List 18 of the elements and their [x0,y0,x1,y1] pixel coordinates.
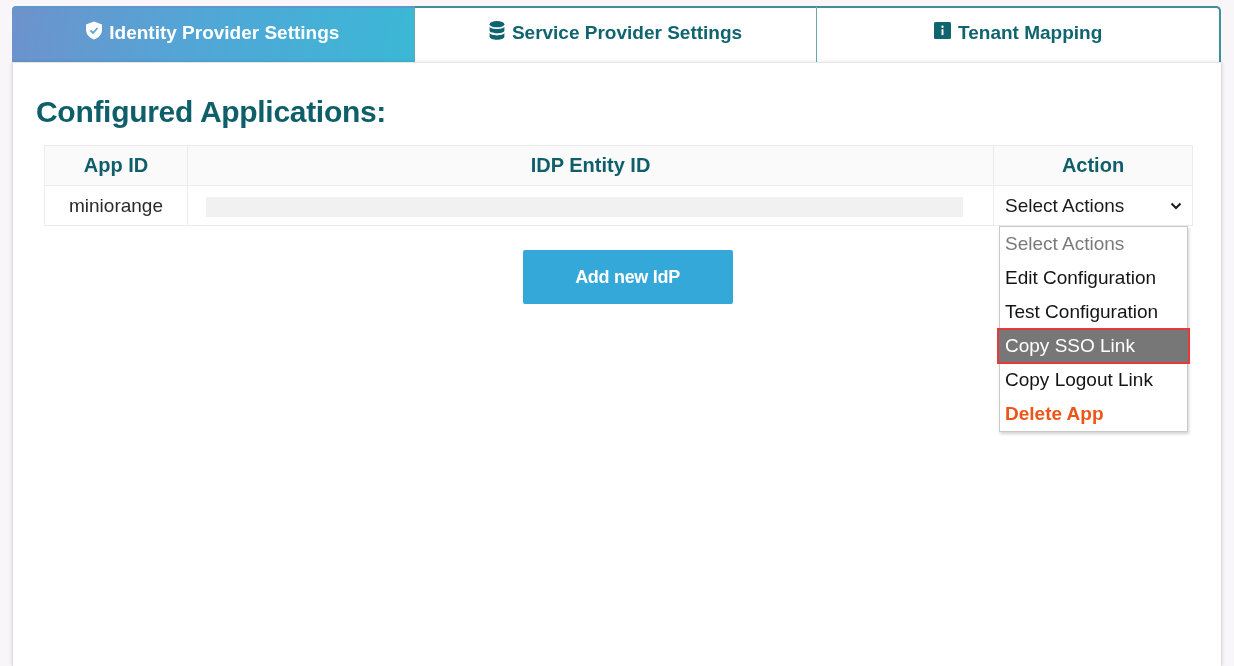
menu-option[interactable]: Copy SSO Link [998,329,1189,363]
column-header: App ID [44,145,188,186]
column-header: IDP Entity ID [187,145,994,186]
table-cell: miniorange [44,185,188,226]
info-icon [934,21,952,39]
database-icon [488,20,505,40]
tab[interactable]: Service Provider Settings [413,6,817,62]
column-header: Action [993,145,1193,186]
menu-option[interactable]: Test Configuration [1000,295,1187,329]
caret-icon [1170,201,1182,210]
menu-option[interactable]: Select Actions [1000,227,1187,261]
action-select[interactable]: Select Actions [994,186,1192,225]
tab[interactable]: Tenant Mapping [816,6,1221,62]
menu-option[interactable]: Edit Configuration [1000,261,1187,295]
menu-option[interactable]: Copy Logout Link [1000,363,1187,397]
section-title: Configured Applications: [36,94,387,130]
shield-icon [86,20,103,40]
menu-option[interactable]: Delete App [1000,397,1187,431]
